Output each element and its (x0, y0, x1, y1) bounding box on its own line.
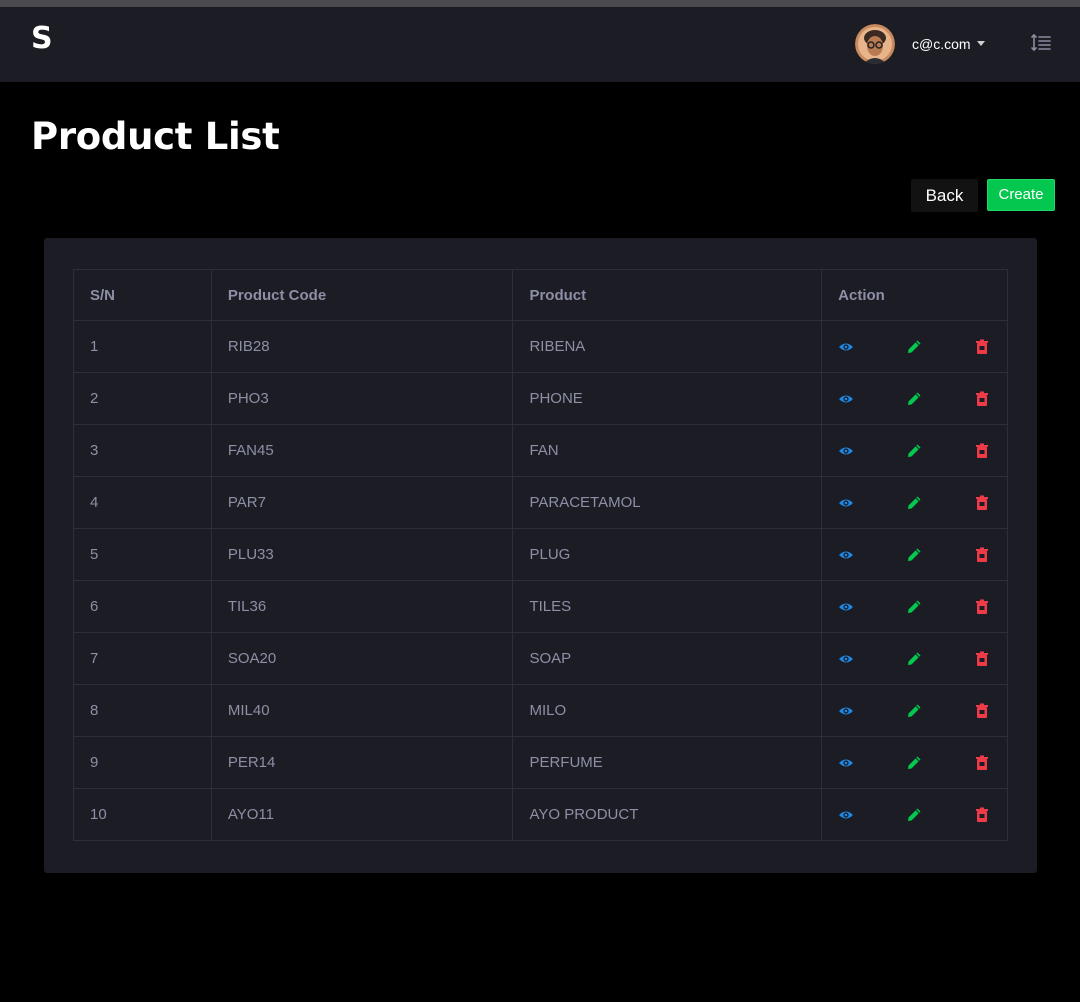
cell-product: MILO (512, 684, 823, 737)
cell-product-code: MIL40 (210, 684, 514, 737)
cell-sn: 2 (73, 372, 212, 425)
cell-product: PHONE (512, 372, 823, 425)
pencil-icon[interactable] (906, 339, 922, 355)
cell-actions (821, 476, 1008, 529)
cell-sn: 6 (73, 580, 212, 633)
cell-sn: 5 (73, 528, 212, 581)
header-sn: S/N (73, 269, 212, 321)
cell-product-code: PAR7 (210, 476, 514, 529)
cell-actions (821, 320, 1008, 373)
trash-icon[interactable] (974, 391, 990, 407)
cell-sn: 4 (73, 476, 212, 529)
pencil-icon[interactable] (906, 443, 922, 459)
table-row: 10 AYO11 AYO PRODUCT (73, 788, 1008, 841)
top-border (0, 0, 1080, 7)
cell-product: RIBENA (512, 320, 823, 373)
eye-icon[interactable] (838, 807, 854, 823)
header-product-code: Product Code (210, 269, 514, 321)
table-row: 7 SOA20 SOAP (73, 632, 1008, 685)
table-row: 3 FAN45 FAN (73, 424, 1008, 477)
trash-icon[interactable] (974, 443, 990, 459)
cell-actions (821, 736, 1008, 789)
table-row: 9 PER14 PERFUME (73, 736, 1008, 789)
trash-icon[interactable] (974, 599, 990, 615)
product-table-card: S/N Product Code Product Action 1 RIB28 RI… (44, 238, 1037, 873)
pencil-icon[interactable] (906, 755, 922, 771)
cell-actions (821, 632, 1008, 685)
trash-icon[interactable] (974, 755, 990, 771)
cell-product: PLUG (512, 528, 823, 581)
eye-icon[interactable] (838, 703, 854, 719)
pencil-icon[interactable] (906, 703, 922, 719)
chevron-down-icon (976, 40, 985, 46)
pencil-icon[interactable] (906, 495, 922, 511)
table-row: 1 RIB28 RIBENA (73, 320, 1008, 373)
page-title: Product List (31, 115, 280, 158)
cell-product: FAN (512, 424, 823, 477)
cell-product: TILES (512, 580, 823, 633)
eye-icon[interactable] (838, 443, 854, 459)
cell-product-code: RIB28 (210, 320, 514, 373)
cell-product: PARACETAMOL (512, 476, 823, 529)
table-row: 8 MIL40 MILO (73, 684, 1008, 737)
user-menu-dropdown[interactable]: c@c.com (912, 33, 985, 55)
table-header-row: S/N Product Code Product Action (73, 269, 1008, 321)
cell-actions (821, 684, 1008, 737)
avatar[interactable] (855, 24, 895, 64)
table-row: 5 PLU33 PLUG (73, 528, 1008, 581)
create-button[interactable]: Create (987, 179, 1055, 211)
cell-product-code: PLU33 (210, 528, 514, 581)
product-table: S/N Product Code Product Action 1 RIB28 RI… (73, 269, 1008, 841)
trash-icon[interactable] (974, 703, 990, 719)
pencil-icon[interactable] (906, 391, 922, 407)
table-row: 6 TIL36 TILES (73, 580, 1008, 633)
cell-product-code: AYO11 (210, 788, 514, 841)
back-button[interactable]: Back (911, 179, 978, 212)
trash-icon[interactable] (974, 807, 990, 823)
header-action: Action (821, 269, 1008, 321)
cell-sn: 9 (73, 736, 212, 789)
brand-logo[interactable]: S (31, 21, 53, 57)
cell-product-code: PER14 (210, 736, 514, 789)
cell-product: PERFUME (512, 736, 823, 789)
eye-icon[interactable] (838, 547, 854, 563)
cell-product-code: SOA20 (210, 632, 514, 685)
navbar: S c@c.com (0, 7, 1080, 82)
cell-actions (821, 580, 1008, 633)
eye-icon[interactable] (838, 495, 854, 511)
user-email: c@c.com (912, 36, 971, 52)
cell-product-code: PHO3 (210, 372, 514, 425)
header-product: Product (512, 269, 823, 321)
cell-product-code: FAN45 (210, 424, 514, 477)
eye-icon[interactable] (838, 651, 854, 667)
cell-sn: 3 (73, 424, 212, 477)
pencil-icon[interactable] (906, 651, 922, 667)
eye-icon[interactable] (838, 599, 854, 615)
cell-actions (821, 424, 1008, 477)
eye-icon[interactable] (838, 339, 854, 355)
cell-sn: 1 (73, 320, 212, 373)
trash-icon[interactable] (974, 651, 990, 667)
cell-product: AYO PRODUCT (512, 788, 823, 841)
table-row: 2 PHO3 PHONE (73, 372, 1008, 425)
menu-toggle-icon[interactable] (1030, 32, 1052, 54)
cell-sn: 10 (73, 788, 212, 841)
cell-sn: 7 (73, 632, 212, 685)
pencil-icon[interactable] (906, 807, 922, 823)
pencil-icon[interactable] (906, 599, 922, 615)
cell-actions (821, 788, 1008, 841)
eye-icon[interactable] (838, 391, 854, 407)
trash-icon[interactable] (974, 339, 990, 355)
cell-actions (821, 372, 1008, 425)
eye-icon[interactable] (838, 755, 854, 771)
cell-sn: 8 (73, 684, 212, 737)
cell-actions (821, 528, 1008, 581)
cell-product-code: TIL36 (210, 580, 514, 633)
pencil-icon[interactable] (906, 547, 922, 563)
table-row: 4 PAR7 PARACETAMOL (73, 476, 1008, 529)
trash-icon[interactable] (974, 547, 990, 563)
trash-icon[interactable] (974, 495, 990, 511)
cell-product: SOAP (512, 632, 823, 685)
